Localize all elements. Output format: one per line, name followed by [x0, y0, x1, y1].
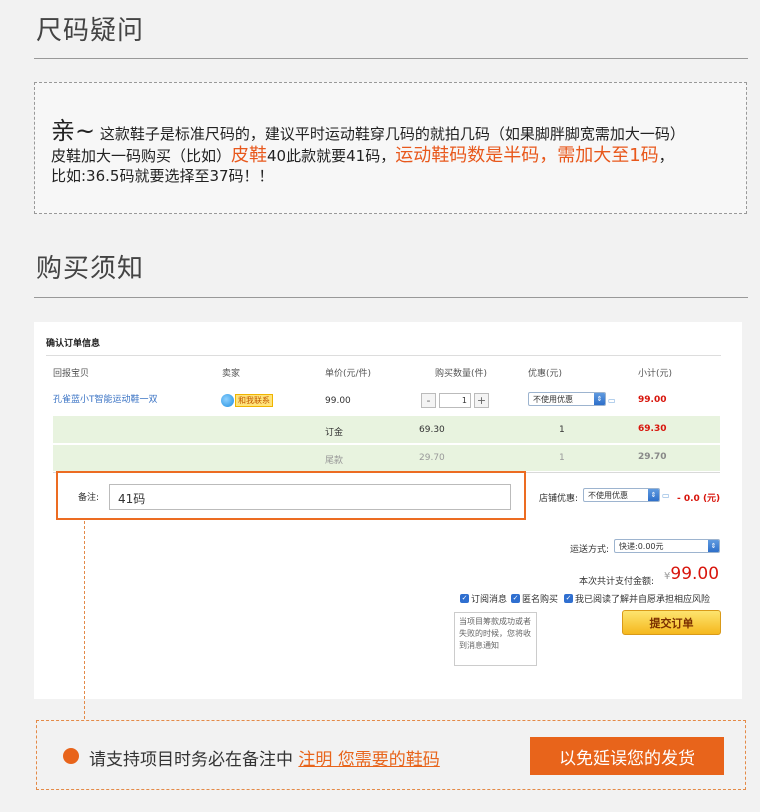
subscribe-checkbox[interactable]: ✓ 订阅消息: [460, 592, 507, 605]
shop-discount-label: 店铺优惠:: [539, 494, 579, 504]
deposit-subtotal: 69.30: [638, 424, 667, 434]
message-icon: ▭: [608, 396, 616, 405]
total-label: 本次共计支付金额:: [579, 577, 655, 587]
shop-discount-select[interactable]: 不使用优惠 ⇕: [583, 488, 660, 502]
divider: [46, 355, 721, 356]
remark-label: 备注:: [78, 493, 100, 503]
subscribe-tooltip: 当项目筹款成功或者失败的时候，您将收到消息通知: [454, 612, 537, 666]
item-discount-select[interactable]: 不使用优惠 ⇕: [528, 392, 606, 406]
quantity-decrease-button[interactable]: -: [421, 393, 436, 408]
item-name-link[interactable]: 孔雀蓝小T智能运动鞋一双: [53, 392, 158, 405]
header-item: 回报宝贝: [53, 369, 90, 379]
check-icon: ✓: [460, 594, 469, 603]
shop-discount-amount: - 0.0 (元): [677, 494, 721, 504]
balance-price: 29.70: [419, 453, 445, 463]
order-title: 确认订单信息: [46, 339, 101, 349]
total-amount: ¥99.00: [664, 564, 720, 584]
header-unit-price: 单价(元/件): [325, 369, 372, 379]
header-seller: 卖家: [222, 369, 241, 379]
balance-qty: 1: [559, 453, 565, 463]
header-quantity: 购买数量(件): [435, 369, 488, 379]
shipping-select[interactable]: 快递:0.00元 ⇕: [614, 539, 720, 553]
chevron-down-icon: ⇕: [648, 489, 659, 501]
chevron-down-icon: ⇕: [708, 540, 719, 552]
purchase-section-title: 购买须知: [36, 254, 145, 284]
footer-text: 请支持项目时务必在备注中 注明 您需要的鞋码: [89, 750, 440, 770]
divider: [34, 297, 748, 298]
risk-agreement-checkbox[interactable]: ✓ 我已阅读了解并自愿承担相应风险: [564, 592, 710, 605]
item-unit-price: 99.00: [325, 396, 351, 406]
balance-subtotal: 29.70: [638, 452, 667, 462]
item-subtotal: 99.00: [638, 395, 667, 405]
quantity-stepper: - 1 +: [421, 393, 489, 408]
deposit-price: 69.30: [419, 425, 445, 435]
chevron-down-icon: ⇕: [594, 393, 605, 405]
size-section-title: 尺码疑问: [36, 16, 145, 46]
deposit-qty: 1: [559, 425, 565, 435]
header-subtotal: 小计(元): [638, 369, 673, 379]
check-icon: ✓: [511, 594, 520, 603]
bullet-dot: [63, 748, 79, 764]
connector-line: [84, 521, 85, 719]
shipping-label: 运送方式:: [570, 545, 610, 555]
balance-row: [53, 445, 720, 471]
size-note-box: 亲~ 这款鞋子是标准尺码的，建议平时运动鞋穿几码的就拍几码（如果脚胖脚宽需加大一…: [34, 82, 747, 214]
size-note-line2: 皮鞋加大一码购买（比如）皮鞋40此款就要41码，运动鞋码数是半码，需加大至1码，: [51, 145, 674, 166]
footer-notice: 请支持项目时务必在备注中 注明 您需要的鞋码 以免延误您的发货: [36, 720, 746, 790]
message-icon: ▭: [662, 491, 670, 500]
footer-highlight-link: 注明 您需要的鞋码: [298, 750, 440, 770]
contact-seller-button[interactable]: 和我联系: [221, 394, 273, 407]
remark-highlight: 备注: 41码: [56, 471, 526, 520]
anonymous-checkbox[interactable]: ✓ 匿名购买: [511, 592, 558, 605]
chat-icon: [221, 394, 234, 407]
footer-action-button[interactable]: 以免延误您的发货: [530, 737, 724, 775]
submit-order-button[interactable]: 提交订单: [622, 610, 721, 635]
deposit-label: 订金: [325, 428, 344, 438]
quantity-input[interactable]: 1: [439, 393, 471, 408]
order-card: 确认订单信息 回报宝贝 卖家 单价(元/件) 购买数量(件) 优惠(元) 小计(…: [34, 322, 742, 699]
quantity-increase-button[interactable]: +: [474, 393, 489, 408]
remark-input[interactable]: 41码: [109, 484, 511, 510]
size-note-line3: 比如:36.5码就要选择至37码！！: [51, 167, 274, 185]
check-icon: ✓: [564, 594, 573, 603]
deposit-row: [53, 416, 720, 443]
divider: [34, 58, 748, 59]
balance-label: 尾款: [325, 456, 344, 466]
header-discount: 优惠(元): [528, 369, 563, 379]
